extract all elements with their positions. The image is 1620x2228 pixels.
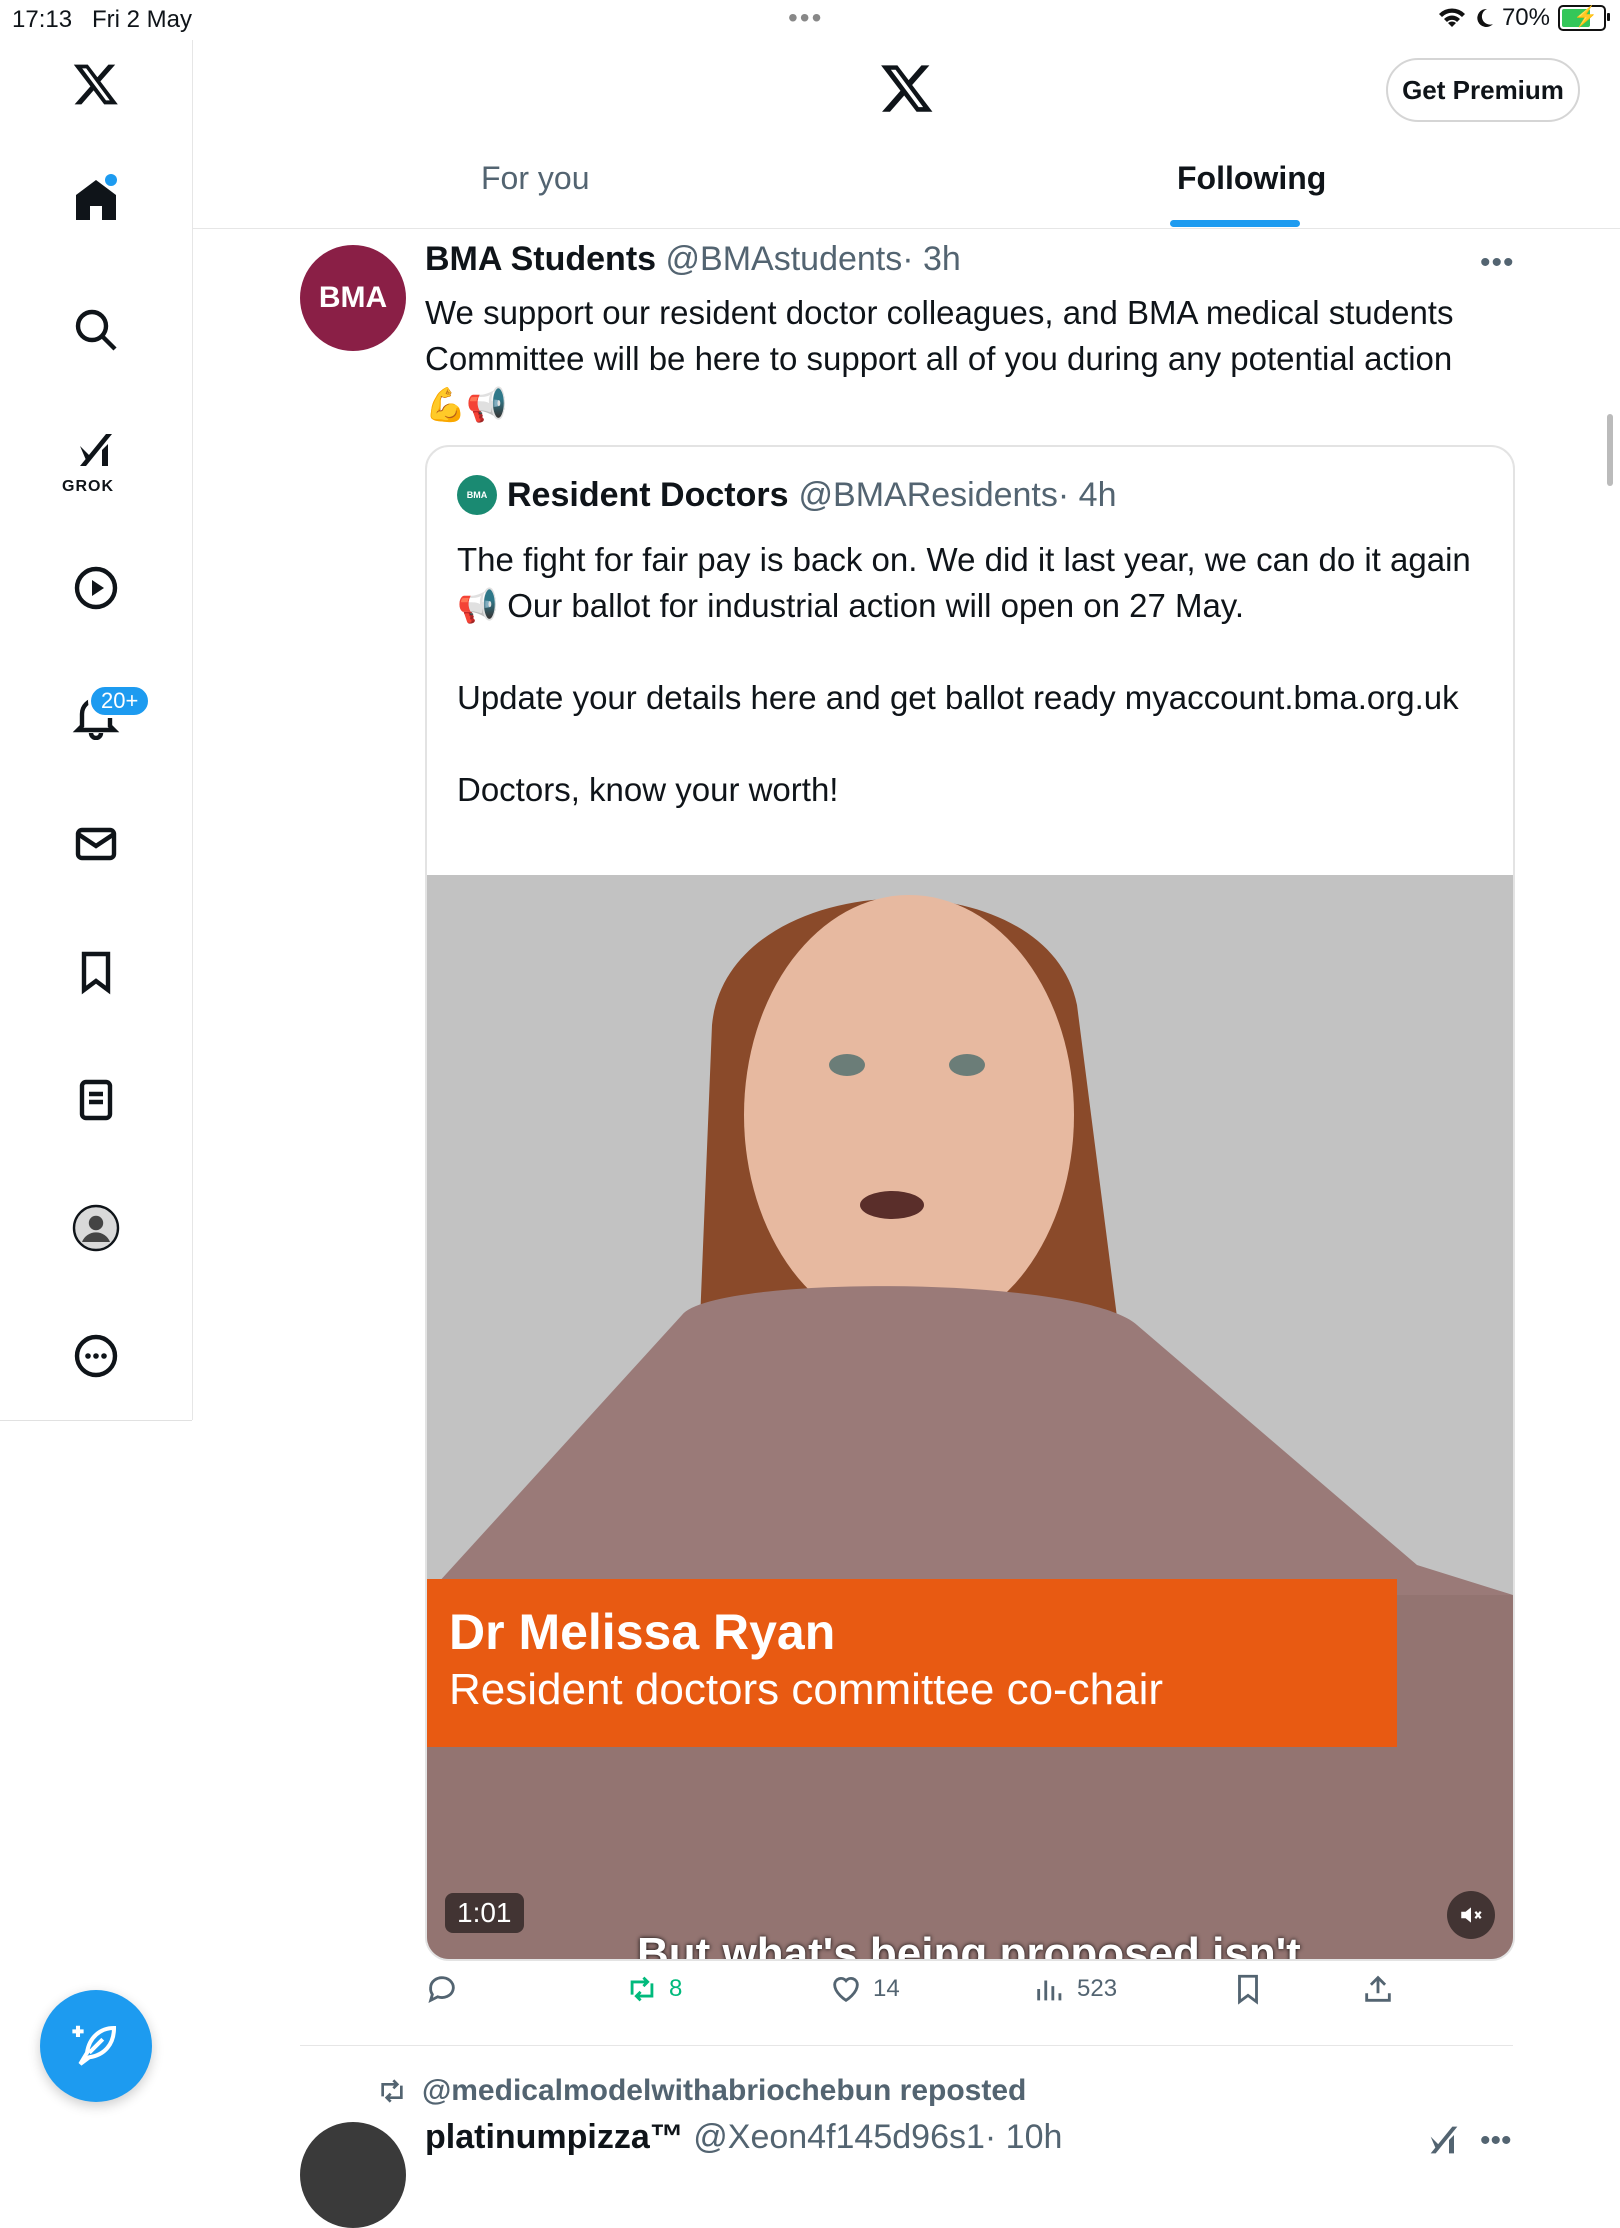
author-handle[interactable]: @Xeon4f145d96s1 (693, 2118, 985, 2156)
quoted-paragraph: Doctors, know your worth! (457, 771, 839, 808)
author-handle[interactable]: @BMAstudents (666, 240, 903, 278)
reposted-by-text: @medicalmodelwithabriochebun reposted (422, 2074, 1027, 2107)
wifi-icon (1438, 8, 1465, 27)
post-divider (300, 2045, 1513, 2046)
quoted-paragraph: Update your details here and get ballot … (457, 679, 1459, 716)
mute-icon[interactable] (1447, 1891, 1495, 1939)
status-bar: 17:13 Fri 2 May ••• 70% ⚡ (0, 0, 1620, 40)
quoted-avatar[interactable]: BMA (457, 475, 497, 515)
compose-post-button[interactable] (40, 1990, 152, 2102)
quoted-author-handle[interactable]: @BMAResidents (799, 476, 1058, 514)
repost-icon (381, 2079, 403, 2103)
quoted-avatar-text: BMA (466, 490, 488, 500)
quoted-post-text: The fight for fair pay is back on. We di… (457, 537, 1477, 859)
mail-icon[interactable] (56, 804, 136, 884)
video-player[interactable]: Dr Melissa Ryan Resident doctors committ… (427, 875, 1513, 1959)
get-premium-button[interactable]: Get Premium (1386, 58, 1580, 122)
repost-icon (630, 1976, 654, 2002)
views-button[interactable]: 523 (1033, 1972, 1117, 2006)
tab-for-you[interactable]: For you (481, 160, 589, 197)
next-post-header: platinumpizza™ @Xeon4f145d96s1· 10h (425, 2118, 1062, 2157)
video-play-icon[interactable] (56, 548, 136, 628)
like-count: 14 (873, 1975, 900, 2002)
avatar-text: BMA (318, 281, 388, 314)
scrollbar[interactable] (1607, 414, 1613, 486)
reposted-by[interactable]: @medicalmodelwithabriochebun reposted (376, 2074, 1026, 2108)
more-options-icon[interactable]: ••• (1480, 2124, 1512, 2158)
status-time: 17:13 (12, 6, 73, 33)
repost-button[interactable]: 8 (625, 1972, 682, 2006)
sidebar: GROK 20+ (0, 40, 193, 1421)
author-name[interactable]: platinumpizza™ (425, 2118, 684, 2156)
author-name[interactable]: BMA Students (425, 240, 656, 278)
view-count: 523 (1077, 1975, 1118, 2002)
battery-icon: ⚡ (1558, 5, 1610, 31)
quoted-post-time: · 4h (1057, 475, 1117, 514)
post-time: · 10h (984, 2118, 1063, 2156)
quoted-post-header: BMA Resident Doctors @BMAResidents· 4h (457, 475, 1116, 515)
search-icon[interactable] (56, 290, 136, 370)
avatar[interactable] (300, 2122, 406, 2228)
profile-icon[interactable] (56, 1188, 136, 1268)
post-body: We support our resident doctor colleague… (425, 294, 1454, 377)
post-text: We support our resident doctor colleague… (425, 290, 1515, 428)
views-icon (1037, 1980, 1062, 2001)
share-icon (1365, 1975, 1391, 2002)
status-right: 70% ⚡ (1438, 4, 1610, 32)
bookmark-icon (1238, 1974, 1258, 2005)
grok-icon[interactable] (1424, 2120, 1464, 2165)
more-options-icon[interactable]: ••• (1480, 246, 1515, 280)
avatar[interactable]: BMA (300, 245, 406, 351)
home-icon[interactable] (56, 160, 136, 240)
x-logo-icon[interactable] (56, 44, 136, 124)
share-button[interactable] (1361, 1972, 1395, 2006)
bookmark-icon[interactable] (56, 932, 136, 1012)
timeline-header: Get Premium For you Following (193, 40, 1620, 229)
reply-icon (428, 1976, 455, 2004)
like-button[interactable]: 14 (829, 1972, 900, 2006)
tab-following[interactable]: Following (1177, 160, 1326, 197)
video-frame-image (427, 875, 1513, 1959)
quoted-author-name[interactable]: Resident Doctors (507, 476, 789, 515)
quoted-post[interactable]: BMA Resident Doctors @BMAResidents· 4h T… (425, 445, 1515, 1961)
feather-plus-icon (72, 2025, 117, 2066)
post-time: · 3h (902, 240, 961, 278)
video-duration: 1:01 (445, 1893, 524, 1933)
status-date: Fri 2 May (92, 6, 193, 33)
heart-icon (833, 1977, 859, 2003)
list-icon[interactable] (56, 1060, 136, 1140)
x-logo-icon (879, 60, 935, 121)
post-header: BMA Students @BMAstudents· 3h (425, 240, 961, 279)
quoted-paragraph: The fight for fair pay is back on. We di… (457, 541, 1471, 624)
bookmark-button[interactable] (1231, 1972, 1265, 2006)
moon-icon (1477, 8, 1493, 27)
sidebar-divider (0, 1420, 192, 1421)
reply-button[interactable] (425, 1972, 459, 2006)
more-circle-icon[interactable] (56, 1316, 136, 1396)
lower-third: Dr Melissa Ryan Resident doctors committ… (427, 1579, 1397, 1747)
home-notification-dot (105, 174, 117, 186)
active-tab-indicator (1170, 220, 1300, 227)
post-emojis: 💪📢 (425, 386, 508, 423)
grok-label: GROK (62, 478, 114, 495)
speaker-role: Resident doctors committee co-chair (449, 1665, 1164, 1714)
speaker-name: Dr Melissa Ryan (449, 1604, 836, 1660)
repost-count: 8 (669, 1975, 683, 2002)
notification-badge: 20+ (88, 684, 152, 718)
post-actions: 8 14 523 (425, 1972, 1425, 2022)
battery-percent: 70% (1501, 4, 1550, 31)
multitask-dots-icon[interactable]: ••• (788, 2, 823, 34)
video-caption: But what's being proposed isn't (637, 1929, 1301, 1959)
